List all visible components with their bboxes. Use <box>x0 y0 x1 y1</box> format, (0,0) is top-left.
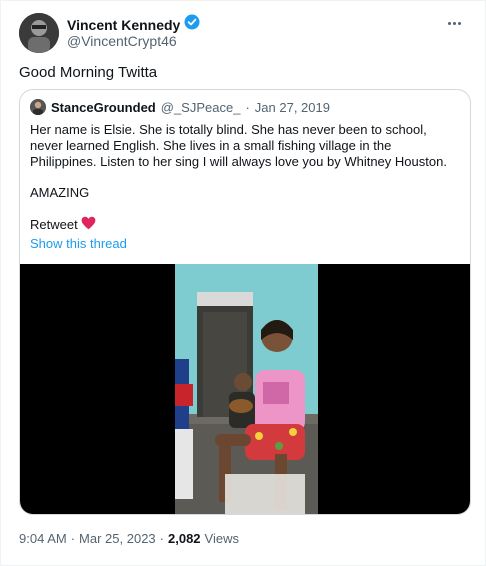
more-icon[interactable] <box>443 15 465 31</box>
quoted-header: StanceGrounded @_SJPeace_ · Jan 27, 2019 <box>30 99 330 115</box>
verified-badge-icon <box>184 14 200 35</box>
views-label: Views <box>204 531 239 546</box>
post-time[interactable]: 9:04 AM <box>19 531 67 546</box>
footer-separator: · <box>70 531 76 546</box>
quoted-retweet-text: Retweet <box>30 217 78 232</box>
post-date[interactable]: Mar 25, 2023 <box>79 531 156 546</box>
tweet-card: Vincent Kennedy @VincentCrypt46 Good Mor… <box>0 0 486 566</box>
quoted-avatar <box>30 99 46 115</box>
video-frame <box>175 264 318 514</box>
quoted-date: Jan 27, 2019 <box>254 99 330 115</box>
quoted-amazing: AMAZING <box>30 185 90 200</box>
views-count: 2,082 <box>168 531 201 546</box>
quoted-handle: @_SJPeace_ <box>160 99 241 115</box>
tweet-footer: 9:04 AM · Mar 25, 2023 · 2,082 Views <box>19 531 239 546</box>
video-player[interactable] <box>20 264 470 514</box>
author-avatar[interactable] <box>19 13 59 53</box>
show-thread-link[interactable]: Show this thread <box>30 236 127 251</box>
quoted-body-text: Her name is Elsie. She is totally blind.… <box>30 122 447 169</box>
quoted-retweet-line: Retweet <box>30 216 96 233</box>
quoted-name: StanceGrounded <box>51 99 156 115</box>
author-name-row[interactable]: Vincent Kennedy <box>67 14 200 35</box>
quoted-separator: · <box>245 99 250 115</box>
quoted-tweet[interactable]: StanceGrounded @_SJPeace_ · Jan 27, 2019… <box>19 89 471 515</box>
quoted-body: Her name is Elsie. She is totally blind.… <box>30 122 460 170</box>
footer-separator: · <box>159 531 164 546</box>
author-handle[interactable]: @VincentCrypt46 <box>67 33 177 49</box>
heart-icon <box>81 216 96 233</box>
tweet-text: Good Morning Twitta <box>19 64 158 81</box>
author-name[interactable]: Vincent Kennedy <box>67 17 180 33</box>
